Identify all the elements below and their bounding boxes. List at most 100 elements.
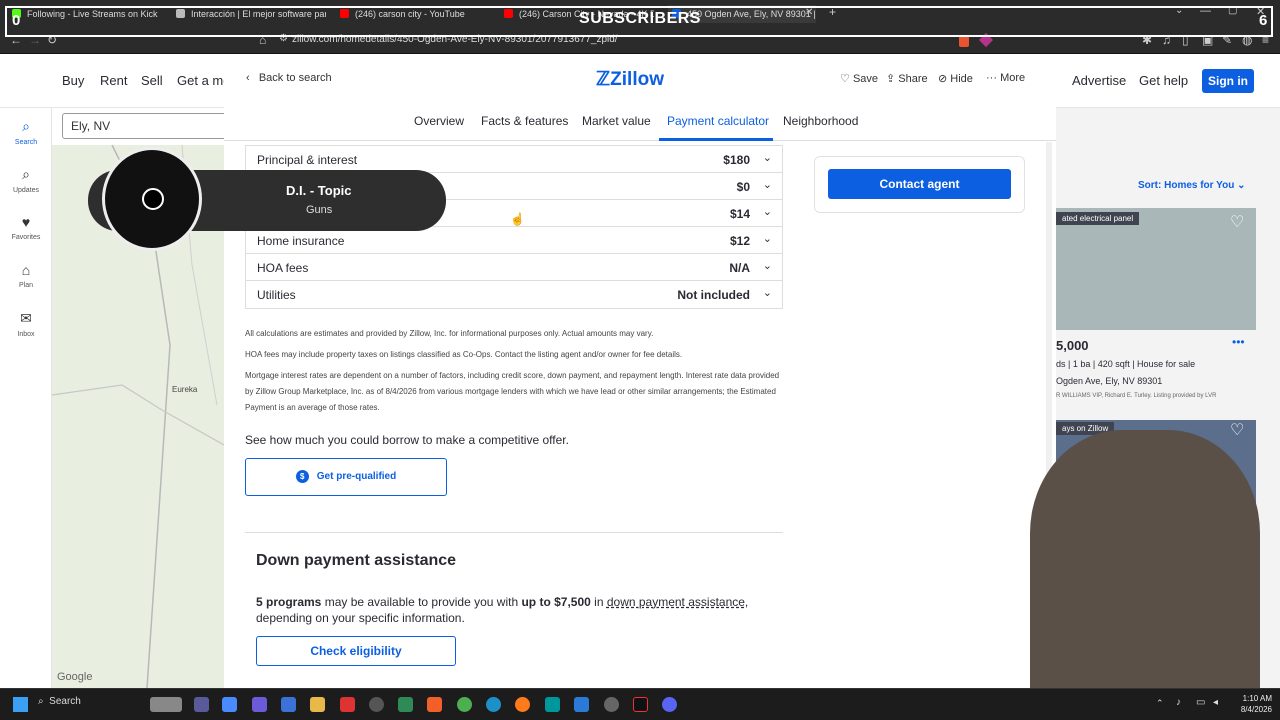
app-icon[interactable]: [281, 697, 296, 712]
nav-get-a-mortgage[interactable]: Get a mo: [177, 73, 230, 88]
channel-logo-icon: [102, 147, 202, 251]
rail-updates[interactable]: ⌕ Updates: [0, 166, 52, 194]
inbox-icon: ✉: [20, 310, 32, 326]
heart-icon: ♥: [21, 214, 31, 230]
cost-row[interactable]: Home insurance $12 ⌄: [246, 227, 782, 254]
chevron-up-icon[interactable]: ⌃: [1156, 698, 1164, 709]
firefox-icon[interactable]: [515, 697, 530, 712]
heart-icon[interactable]: ♡: [1230, 212, 1244, 232]
nav-advertise[interactable]: Advertise: [1072, 73, 1126, 88]
location-search-input[interactable]: Ely, NV: [62, 113, 232, 139]
map-label-eureka: Eureka: [172, 385, 198, 394]
sign-in-button[interactable]: Sign in: [1202, 69, 1254, 93]
tab-overview[interactable]: Overview: [414, 114, 464, 128]
cost-row[interactable]: Principal & interest $180 ⌄: [246, 146, 782, 173]
chevron-down-icon: ⌄: [762, 152, 772, 164]
subscriber-count-left: 0: [12, 12, 21, 29]
nav-rent[interactable]: Rent: [100, 73, 127, 88]
contact-agent-button[interactable]: Contact agent: [828, 169, 1011, 199]
tab-payment-calculator[interactable]: Payment calculator: [667, 114, 769, 128]
subscriber-count-right: 6: [1259, 12, 1268, 29]
nav-sell[interactable]: Sell: [141, 73, 163, 88]
topic-subtitle: Guns: [306, 204, 333, 216]
app-icon[interactable]: [194, 697, 209, 712]
edge-icon[interactable]: [486, 697, 501, 712]
mic-icon[interactable]: ♪: [1176, 697, 1181, 708]
subscriber-overlay-title: SUBSCRIBERS: [579, 10, 701, 27]
listing-badge: ated electrical panel: [1056, 212, 1140, 225]
listing-address[interactable]: Ogden Ave, Ely, NV 89301: [1056, 376, 1162, 386]
dollar-icon: $: [295, 470, 309, 483]
app-icon[interactable]: [340, 697, 355, 712]
channel-logo-center: [142, 188, 164, 210]
sort-dropdown[interactable]: Sort: Homes for You ⌄: [1138, 180, 1245, 191]
chevron-down-icon: ⌄: [762, 233, 772, 245]
widget-icon[interactable]: [150, 697, 182, 712]
chevron-down-icon: ⌄: [762, 287, 772, 299]
app-icon[interactable]: [398, 697, 413, 712]
app-icon[interactable]: [252, 697, 267, 712]
volume-icon[interactable]: ◂: [1213, 697, 1218, 708]
chrome-icon[interactable]: [457, 697, 472, 712]
disclaimer-text: Mortgage interest rates are dependent on…: [245, 371, 780, 412]
clock[interactable]: 1:10 AM 8/4/2026: [1228, 693, 1272, 715]
search-icon: ⌕: [38, 696, 44, 707]
dpa-link[interactable]: down payment assistance: [607, 595, 745, 609]
get-prequalified-button[interactable]: $ Get pre-qualified: [245, 458, 447, 496]
borrow-text: See how much you could borrow to make a …: [245, 433, 569, 447]
tab-facts-features[interactable]: Facts & features: [481, 114, 568, 128]
share-button[interactable]: ⇪ Share: [886, 72, 928, 85]
chevron-down-icon: ⌄: [762, 179, 772, 191]
windows-start-icon[interactable]: [13, 697, 28, 712]
arduino-icon[interactable]: [545, 697, 560, 712]
save-button[interactable]: ♡ Save: [840, 72, 878, 85]
chevron-down-icon: ⌄: [1237, 180, 1246, 191]
listing-photo[interactable]: [1056, 208, 1256, 330]
active-tab-indicator: [659, 138, 773, 141]
tab-market-value[interactable]: Market value: [582, 114, 651, 128]
modal-tabs: Overview Facts & features Market value P…: [224, 104, 1056, 141]
disclaimer-text: All calculations are estimates and provi…: [245, 329, 654, 338]
zillow-z-icon: ℤ: [596, 69, 611, 90]
network-icon[interactable]: ▭: [1196, 697, 1205, 708]
rail-plan[interactable]: ⌂ Plan: [0, 262, 52, 289]
back-to-search-link[interactable]: ‹ Back to search: [246, 72, 332, 84]
tiktok-icon[interactable]: [633, 697, 648, 712]
nav-get-help[interactable]: Get help: [1139, 73, 1188, 88]
disclaimer-text: HOA fees may include property taxes on l…: [245, 350, 683, 359]
share-icon: ⇪: [886, 73, 896, 85]
listing-price: 5,000: [1056, 338, 1089, 353]
brave-icon[interactable]: [427, 697, 442, 712]
chevron-left-icon: ‹: [246, 72, 250, 84]
discord-icon[interactable]: [662, 697, 677, 712]
plan-icon: ⌂: [21, 262, 31, 278]
zillow-logo[interactable]: ℤZillow: [596, 68, 664, 91]
listing-broker: R WILLIAMS VIP, Richard E. Turley. Listi…: [1056, 393, 1217, 399]
nav-buy[interactable]: Buy: [62, 73, 84, 88]
heart-icon[interactable]: ♡: [1230, 420, 1244, 440]
left-rail: ⌕ Search ⌕ Updates ♥ Favorites ⌂ Plan ✉ Inbox: [0, 108, 52, 688]
heart-icon: ♡: [840, 73, 850, 85]
more-icon[interactable]: •••: [1232, 335, 1245, 349]
taskbar: ⌕ Search ⌃ ♪ ▭ ◂ 1:10 AM 8/4/2026: [0, 688, 1280, 720]
more-icon: ···: [986, 72, 997, 84]
vscode-icon[interactable]: [574, 697, 589, 712]
app-icon[interactable]: [222, 697, 237, 712]
rail-inbox[interactable]: ✉ Inbox: [0, 310, 52, 338]
rail-search[interactable]: ⌕ Search: [0, 118, 52, 146]
rail-favorites[interactable]: ♥ Favorites: [0, 214, 52, 241]
more-button[interactable]: ··· More: [986, 72, 1025, 84]
dpa-description: 5 programs may be available to provide y…: [256, 595, 749, 625]
tab-neighborhood[interactable]: Neighborhood: [783, 114, 858, 128]
cost-row[interactable]: HOA fees N/A ⌄: [246, 254, 782, 281]
chevron-down-icon: ⌄: [762, 260, 772, 272]
cost-row[interactable]: Utilities Not included ⌄: [246, 281, 782, 308]
app-icon[interactable]: [369, 697, 384, 712]
check-eligibility-button[interactable]: Check eligibility: [256, 636, 456, 666]
taskbar-search[interactable]: ⌕ Search: [38, 696, 81, 707]
folder-icon[interactable]: [310, 697, 325, 712]
app-icon[interactable]: [604, 697, 619, 712]
hide-button[interactable]: ⊘ Hide: [938, 72, 973, 85]
chevron-down-icon: ⌄: [762, 206, 772, 218]
agent-card: Contact agent: [814, 156, 1025, 213]
